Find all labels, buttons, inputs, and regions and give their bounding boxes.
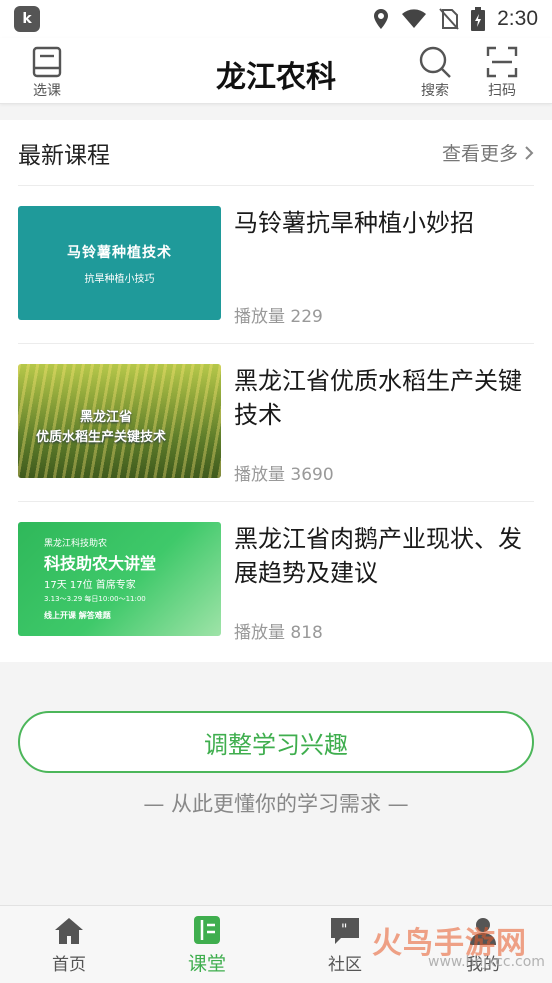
- latest-courses-section: 最新课程 查看更多 马铃薯种植技术 抗旱种植小技巧 马铃薯抗旱种植小妙招 播放量…: [0, 120, 552, 662]
- tab-profile[interactable]: 我的: [414, 906, 552, 983]
- play-count: 播放量 818: [234, 623, 323, 643]
- course-item[interactable]: 黑龙江省 优质水稻生产关键技术 黑龙江省优质水稻生产关键技术 播放量 3690: [18, 344, 534, 502]
- section-title: 最新课程: [18, 142, 110, 169]
- select-course-label: 选课: [33, 83, 61, 99]
- book-icon: [32, 46, 62, 78]
- course-title: 马铃薯抗旱种植小妙招: [234, 209, 474, 237]
- search-label: 搜索: [421, 83, 449, 99]
- thumbnail-dates: 3.13～3.29 每日10:00～11:00: [44, 595, 146, 603]
- thumbnail-kicker: 黑龙江科技助农: [44, 539, 108, 549]
- course-item[interactable]: 马铃薯种植技术 抗旱种植小技巧 马铃薯抗旱种植小妙招 播放量 229: [18, 186, 534, 344]
- thumbnail-subtext: 优质水稻生产关键技术: [36, 430, 167, 445]
- play-count: 播放量 229: [234, 307, 323, 327]
- course-item[interactable]: 黑龙江科技助农 科技助农大讲堂 17天 17位 首席专家 3.13～3.29 每…: [18, 502, 534, 660]
- see-more-link[interactable]: 查看更多: [442, 139, 534, 166]
- tab-profile-label: 我的: [466, 954, 500, 975]
- thumbnail-text: 科技助农大讲堂: [44, 554, 157, 573]
- course-title: 黑龙江省优质水稻生产关键技术: [234, 367, 522, 429]
- status-icons: 2:30: [373, 7, 538, 31]
- tab-community[interactable]: " 社区: [276, 906, 414, 983]
- thumbnail-subtext: 抗旱种植小技巧: [84, 273, 155, 285]
- course-title: 黑龙江省肉鹅产业现状、发展趋势及建议: [234, 525, 522, 587]
- see-more-label: 查看更多: [441, 143, 518, 165]
- select-course-button[interactable]: 选课: [32, 46, 62, 100]
- thumbnail-subtext: 17天 17位 首席专家: [44, 580, 136, 591]
- notebook-icon: [194, 915, 220, 944]
- battery-icon: [471, 7, 486, 31]
- thumbnail-footer: 线上开课 解答难题: [44, 611, 111, 620]
- bottom-tab-bar: 首页 课堂 " 社区 我的: [0, 905, 552, 983]
- tab-home-label: 首页: [52, 954, 86, 975]
- page-title: 龙江农科: [216, 60, 336, 95]
- person-icon: [470, 917, 496, 945]
- status-clock: 2:30: [497, 7, 538, 30]
- adjust-interest-button[interactable]: 调整学习兴趣: [18, 711, 534, 773]
- wifi-icon: [402, 9, 427, 28]
- chat-icon: ": [331, 917, 359, 944]
- play-count: 播放量 3690: [234, 465, 334, 485]
- interest-subtitle: — 从此更懂你的学习需求 —: [143, 792, 409, 816]
- home-icon: [55, 917, 83, 944]
- chevron-right-icon: [525, 145, 534, 160]
- location-icon: [374, 9, 389, 29]
- scan-icon: [486, 46, 518, 78]
- course-thumbnail: 马铃薯种植技术 抗旱种植小技巧: [18, 206, 221, 320]
- thumbnail-text: 黑龙江省: [80, 410, 133, 425]
- course-thumbnail: 黑龙江科技助农 科技助农大讲堂 17天 17位 首席专家 3.13～3.29 每…: [18, 522, 221, 636]
- scan-label: 扫码: [488, 83, 516, 99]
- app-header: 选课 龙江农科 搜索 扫码: [0, 38, 552, 104]
- search-icon: [419, 46, 451, 78]
- section-header: 最新课程 查看更多: [18, 120, 534, 186]
- thumbnail-text: 马铃薯种植技术: [67, 244, 172, 261]
- tab-classroom[interactable]: 课堂: [138, 906, 276, 983]
- tab-home[interactable]: 首页: [0, 906, 138, 983]
- search-button[interactable]: 搜索: [418, 46, 452, 100]
- svg-text:": ": [341, 922, 347, 938]
- no-sim-icon: [439, 8, 459, 30]
- app-notification-icon: k: [14, 6, 40, 32]
- tab-community-label: 社区: [328, 954, 362, 975]
- status-bar: k 2:30: [0, 0, 552, 38]
- tab-classroom-label: 课堂: [187, 952, 226, 975]
- scan-button[interactable]: 扫码: [486, 46, 518, 100]
- course-thumbnail: 黑龙江省 优质水稻生产关键技术: [18, 364, 221, 478]
